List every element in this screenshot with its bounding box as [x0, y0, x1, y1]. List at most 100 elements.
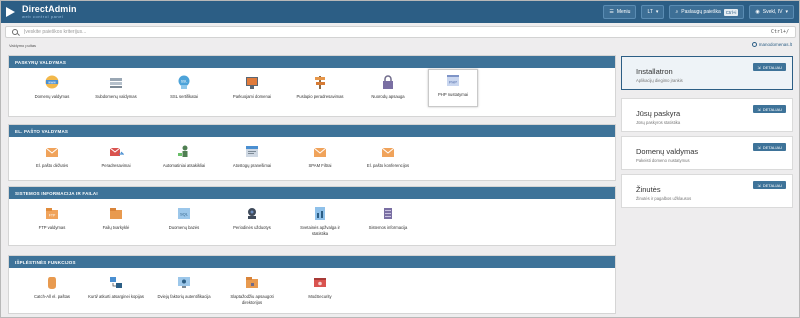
item-mailboxes[interactable]: El. pašto dėžutės — [26, 141, 78, 169]
search-icon — [12, 29, 18, 35]
parked-domain-icon — [244, 74, 260, 90]
vacation-icon — [244, 143, 260, 159]
svg-text:SQL: SQL — [180, 212, 189, 217]
arrow-icon: ⇲ — [757, 144, 761, 150]
item-modsecurity[interactable]: ModSecurity — [294, 272, 346, 300]
user-icon: ◉ — [755, 8, 760, 15]
protected-dir-icon — [244, 274, 260, 290]
svg-text:www: www — [48, 81, 56, 85]
details-button[interactable]: ⇲ DETALIAU — [753, 181, 786, 189]
ftp-icon: FTP — [44, 205, 60, 221]
item-two-factor-auth[interactable]: Dviejų faktorių autentifikacija — [157, 272, 211, 300]
logo-icon — [6, 6, 18, 18]
redirect-icon — [312, 74, 328, 90]
svg-text:FTP: FTP — [49, 214, 56, 218]
arrow-icon: ⇲ — [757, 64, 761, 70]
subdomain-icon — [108, 74, 124, 90]
top-bar: DirectAdmin web control panel ☰ Meniu LT… — [1, 1, 799, 23]
menu-button[interactable]: ☰ Meniu — [603, 5, 637, 19]
section-header[interactable]: IŠPLĖSTINĖS FUNKCIJOS — [9, 256, 615, 268]
item-mailing-lists[interactable]: El. pašto konferencijos — [362, 141, 414, 169]
card-your-account[interactable]: Jūsų paskyra Jūsų paskyros statistika ⇲ D… — [621, 98, 793, 132]
item-file-manager[interactable]: Failų tvarkyklė — [90, 203, 142, 231]
section-header[interactable]: PASKYRŲ VALDYMAS — [9, 56, 615, 68]
domain-icon: www — [44, 74, 60, 90]
section-advanced-features: IŠPLĖSTINĖS FUNKCIJOS Catch-All el. pašt… — [8, 255, 616, 314]
domain-selector[interactable]: manodomenas.lt — [751, 42, 792, 47]
svg-text:SSL: SSL — [181, 80, 188, 84]
item-ftp-management[interactable]: FTP FTP valdymas — [26, 203, 78, 231]
section-email-management: EL. PAŠTO VALDYMAS El. pašto dėžutės Per… — [8, 124, 616, 181]
item-catch-all-email[interactable]: Catch-All el. paštas — [26, 272, 78, 300]
section-header[interactable]: EL. PAŠTO VALDYMAS — [9, 125, 615, 137]
user-menu-button[interactable]: ◉ Svekl, IV ▾ — [749, 5, 794, 19]
card-title: Žinutės — [636, 185, 661, 194]
search-bar: Ctrl+/ — [5, 26, 796, 38]
item-system-information[interactable]: Sistemos informacija — [362, 203, 414, 231]
spam-filter-icon — [312, 143, 328, 159]
item-protected-directories[interactable]: Slaptažodžiu apsaugoti direktorijos — [226, 272, 278, 305]
section-header[interactable]: SISTEMOS INFORMACIJA IR FAILAI — [9, 187, 615, 199]
details-button[interactable]: ⇲ DETALIAU — [753, 105, 786, 113]
item-site-statistics[interactable]: Svetainės apžvalga ir statistika — [294, 203, 346, 236]
card-title: Installatron — [636, 67, 673, 76]
statistics-icon — [312, 205, 328, 221]
modsecurity-icon — [312, 274, 328, 290]
item-mail-forwarders[interactable]: Peradresavimai — [90, 141, 142, 169]
item-databases[interactable]: SQL Duomenų bazės — [158, 203, 210, 231]
mail-forward-icon — [108, 143, 125, 159]
file-manager-icon — [108, 205, 124, 221]
lock-icon — [380, 74, 396, 90]
app-title: DirectAdmin — [22, 4, 77, 14]
mailing-list-icon — [380, 143, 396, 159]
card-description: Pakeisti domeno nustatymus — [636, 158, 690, 163]
item-parked-domains[interactable]: Parkuojami domenai — [226, 72, 278, 100]
backup-icon — [108, 274, 124, 290]
details-button[interactable]: ⇲ DETALIAU — [753, 143, 786, 151]
item-autoresponders[interactable]: Automatiniai atsakikliai — [158, 141, 210, 169]
item-backup-restore[interactable]: Kurti/ atkurti atsarginei kopijas — [88, 272, 144, 300]
item-link-protection[interactable]: Nuorodų apsauga — [362, 72, 414, 100]
item-domain-management[interactable]: www Domenų valdymas — [26, 72, 78, 100]
card-description: Žinutės ir pagalbos užklausos — [636, 196, 692, 201]
arrow-icon: ⇲ — [757, 182, 761, 188]
item-ssl-certificates[interactable]: SSL SSL sertifikatai — [158, 72, 210, 100]
service-search-button[interactable]: ⌕ Paslaugų paieška Ctrl+i — [669, 5, 745, 19]
breadcrumb[interactable]: Valdymo pultas — [9, 43, 36, 48]
item-vacation-messages[interactable]: Atostogų pranešimai — [226, 141, 278, 169]
item-page-redirect[interactable]: Puslapio peradresavimas — [294, 72, 346, 100]
card-description: Jūsų paskyros statistika — [636, 120, 681, 125]
database-icon: SQL — [176, 205, 192, 221]
search-shortcut: Ctrl+/ — [770, 29, 789, 35]
topbar-actions: ☰ Meniu LT ▾ ⌕ Paslaugų paieška Ctrl+i ◉… — [603, 5, 794, 19]
chevron-down-icon: ▾ — [655, 8, 659, 15]
card-domain-management[interactable]: Domenų valdymas Pakeisti domeno nustatym… — [621, 136, 793, 170]
globe-icon — [751, 42, 757, 47]
search-icon: ⌕ — [675, 8, 679, 15]
two-factor-icon — [176, 274, 192, 290]
item-spam-filters[interactable]: SPAM Filtrai — [294, 141, 346, 169]
item-php-settings[interactable]: PHP PHP nustatymai — [428, 69, 478, 107]
svg-text:PHP: PHP — [449, 80, 458, 85]
card-title: Jūsų paskyra — [636, 109, 681, 118]
chevron-down-icon: ▾ — [785, 8, 788, 15]
ssl-icon: SSL — [176, 74, 192, 90]
logo[interactable]: DirectAdmin web control panel — [6, 5, 77, 19]
card-title: Domenų valdymas — [636, 147, 699, 156]
hamburger-icon: ☰ — [609, 8, 614, 15]
catch-all-icon — [44, 274, 60, 290]
app-frame: DirectAdmin web control panel ☰ Meniu LT… — [0, 0, 800, 318]
item-subdomain-management[interactable]: Subdomenų valdymas — [90, 72, 142, 100]
language-button[interactable]: LT ▾ — [641, 5, 665, 19]
section-system-info-files: SISTEMOS INFORMACIJA IR FAILAI FTP FTP v… — [8, 186, 616, 246]
app-subtitle: web control panel — [22, 14, 64, 19]
system-info-icon — [380, 205, 396, 221]
card-description: Aplikacijų diegimo įrankis — [636, 78, 683, 83]
details-button[interactable]: ⇲ DETALIAU — [753, 63, 786, 71]
cron-icon — [244, 205, 260, 221]
arrow-icon: ⇲ — [757, 106, 761, 112]
card-installatron[interactable]: Installatron Aplikacijų diegimo įrankis … — [621, 56, 793, 90]
search-input[interactable] — [24, 27, 724, 37]
card-messages[interactable]: Žinutės Žinutės ir pagalbos užklausos ⇲ D… — [621, 174, 793, 208]
item-cron-jobs[interactable]: Periodinės užduotys — [226, 203, 278, 231]
